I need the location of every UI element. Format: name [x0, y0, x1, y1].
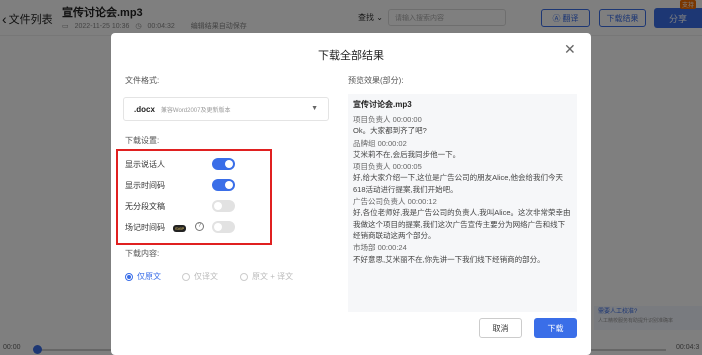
- preview-line: 项目负责人 00:00:00: [353, 115, 422, 124]
- radio-label: 仅原文: [137, 272, 161, 281]
- radio-label: 原文 + 译文: [252, 272, 294, 281]
- close-icon[interactable]: ✕: [564, 41, 576, 58]
- svip-badge: SVIP: [173, 225, 187, 232]
- setting-label-scene-timecode: 场记时间码: [125, 223, 165, 232]
- preview-label: 预览效果(部分):: [348, 76, 404, 85]
- radio-icon: [125, 272, 133, 281]
- setting-label-timecode: 显示时间码: [125, 181, 165, 190]
- download-dialog: 下载全部结果 ✕ 文件格式: .docx 兼容Word2007及更新版本 ▼ 下…: [111, 33, 591, 355]
- toggle-show-speaker[interactable]: [212, 158, 235, 170]
- setting-label-no-paragraph: 无分段文稿: [125, 202, 165, 211]
- download-button[interactable]: 下载: [534, 318, 577, 338]
- toggle-no-paragraph[interactable]: [212, 200, 235, 212]
- setting-label-speaker: 显示说话人: [125, 160, 165, 169]
- preview-line: 项目负责人 00:00:05: [353, 162, 422, 172]
- format-value: .docx: [134, 104, 155, 114]
- preview-line: 好,给大家介绍一下,这位是广告公司的朋友Alice,他会给我们今天618活动进行…: [353, 173, 564, 194]
- radio-translation-only[interactable]: 仅译文: [182, 271, 218, 282]
- radio-original-and-translation[interactable]: 原文 + 译文: [240, 271, 293, 282]
- content-label: 下载内容:: [125, 249, 160, 258]
- toggle-show-timecode[interactable]: [212, 179, 235, 191]
- format-label: 文件格式:: [125, 76, 160, 85]
- preview-line: 品牌组 00:00:02: [353, 138, 407, 148]
- preview-line: 好,各位老师好,我是广告公司的负责人,我叫Alice。这次非常荣幸由我做这个项目…: [353, 208, 571, 240]
- caret-down-icon: ▼: [311, 105, 318, 112]
- preview-line: 市场部 00:00:24: [353, 243, 407, 253]
- preview-line: 广告公司负责人 00:00:12: [353, 197, 437, 207]
- toggle-knob: [214, 223, 222, 231]
- preview-title: 宣传讨论会.mp3: [353, 100, 412, 109]
- radio-icon: [240, 272, 248, 281]
- radio-original-only[interactable]: 仅原文: [125, 271, 161, 282]
- toggle-scene-timecode[interactable]: [212, 221, 235, 233]
- preview-panel: 宣传讨论会.mp3 项目负责人 00:00:00 Ok。大家都到齐了吧? 品牌组…: [348, 94, 577, 312]
- radio-label: 仅译文: [194, 272, 218, 281]
- settings-label: 下载设置:: [125, 136, 160, 145]
- preview-line: 艾米莉不在,会后我同步他一下。: [353, 149, 461, 159]
- cancel-button[interactable]: 取消: [479, 318, 522, 338]
- dialog-title: 下载全部结果: [318, 50, 384, 62]
- toggle-knob: [214, 202, 222, 210]
- preview-line: 不好意思,艾米丽不在,你先讲一下我们线下经销商的部分。: [353, 254, 545, 264]
- help-icon[interactable]: ?: [195, 222, 204, 231]
- toggle-knob: [225, 181, 233, 189]
- toggle-knob: [225, 160, 233, 168]
- format-hint: 兼容Word2007及更新版本: [160, 107, 231, 114]
- radio-icon: [182, 272, 190, 281]
- preview-line: Ok。大家都到齐了吧?: [353, 126, 427, 136]
- format-select[interactable]: .docx 兼容Word2007及更新版本 ▼: [123, 97, 329, 121]
